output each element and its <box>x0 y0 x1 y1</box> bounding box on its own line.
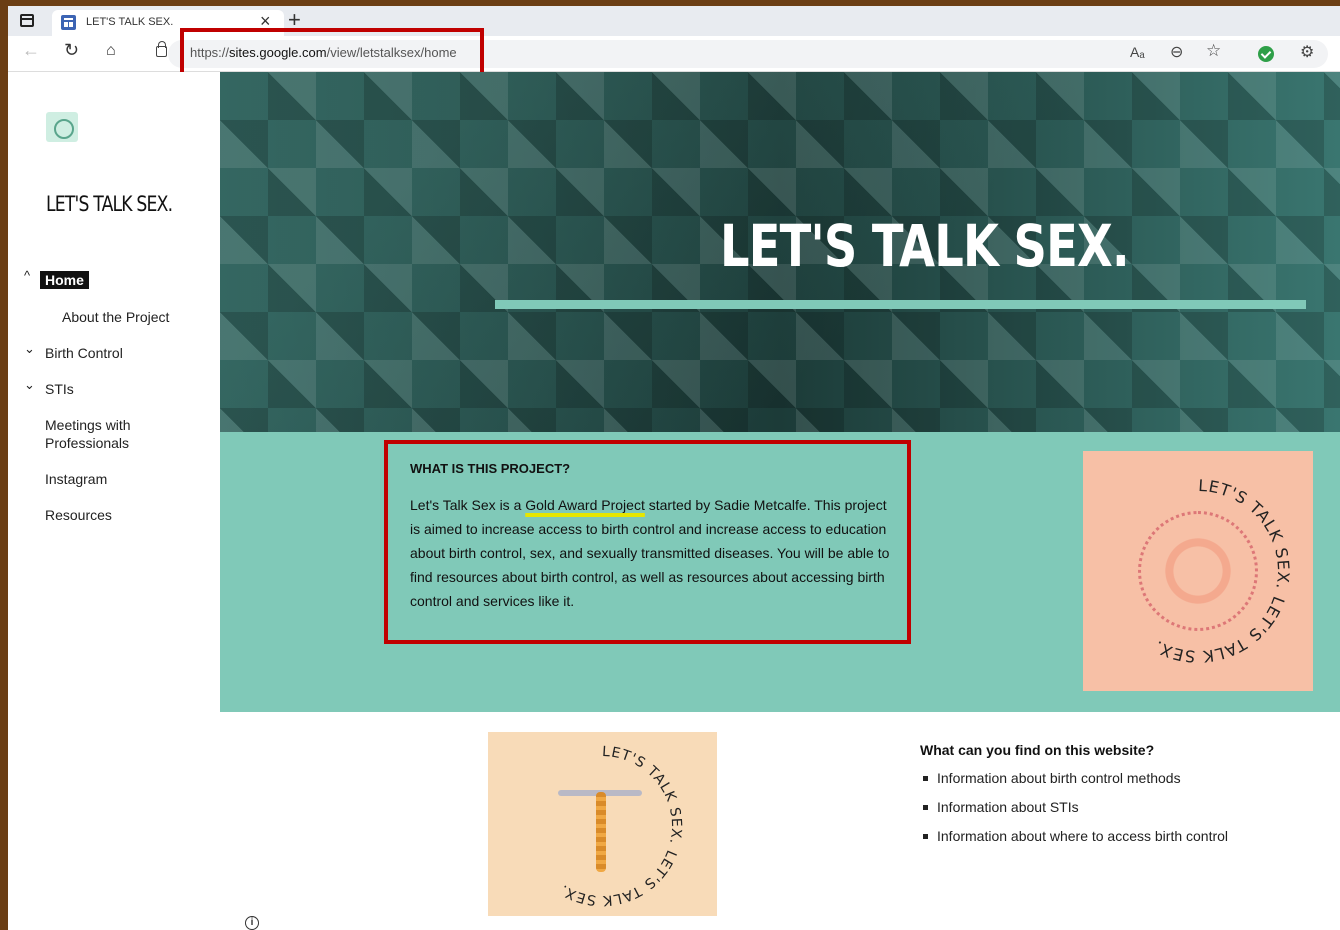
info-icon[interactable]: i <box>245 916 259 930</box>
nav-resources[interactable]: Resources <box>45 507 112 523</box>
birth-control-pill-image: LET'S TALK SEX. LET'S TALK SEX. <box>1083 451 1313 691</box>
nav-meetings-with-professionals[interactable]: Meetings with Professionals <box>45 416 165 452</box>
favorite-star-icon[interactable]: ☆ <box>1206 41 1221 61</box>
refresh-icon[interactable]: ↻ <box>64 40 79 61</box>
tab-title: LET'S TALK SEX. <box>86 16 174 28</box>
site-title[interactable]: LET'S TALK SEX. <box>46 192 173 216</box>
find-heading: What can you find on this website? <box>920 742 1155 758</box>
nav-about-the-project[interactable]: About the Project <box>62 309 169 325</box>
site-logo[interactable] <box>46 112 78 142</box>
site-sidebar: LET'S TALK SEX. ^ Home About the Project… <box>8 72 220 930</box>
nav-stis[interactable]: STIs <box>45 381 74 397</box>
extension-check-icon[interactable] <box>1258 46 1274 62</box>
back-icon[interactable]: ← <box>22 40 40 61</box>
nav-birth-control[interactable]: Birth Control <box>45 345 123 361</box>
svg-text:LET'S TALK SEX. LET'S TALK SEX: LET'S TALK SEX. LET'S TALK SEX. <box>1150 476 1293 666</box>
svg-text:LET'S TALK SEX. LET'S TALK SEX: LET'S TALK SEX. LET'S TALK SEX. <box>557 744 684 908</box>
iud-ring-text-graphic: LET'S TALK SEX. LET'S TALK SEX. <box>557 744 684 908</box>
list-item: Information about where to access birth … <box>920 828 1228 857</box>
project-highlight-box <box>384 440 911 644</box>
nav-instagram[interactable]: Instagram <box>45 471 107 487</box>
iud-image: LET'S TALK SEX. LET'S TALK SEX. <box>488 732 717 916</box>
extensions-icon[interactable]: ⚙ <box>1300 42 1314 62</box>
ring-text-graphic: LET'S TALK SEX. LET'S TALK SEX. <box>1150 476 1293 666</box>
hero-banner: LET'S TALK SEX. <box>220 72 1340 432</box>
find-list: Information about birth control methods … <box>920 770 1228 857</box>
list-item: Information about STIs <box>920 799 1228 828</box>
chevron-up-icon[interactable]: ^ <box>24 268 30 283</box>
home-icon[interactable]: ⌂ <box>106 42 116 60</box>
ring-text: LET'S TALK SEX. LET'S TALK SEX. <box>1150 476 1292 666</box>
read-aloud-icon[interactable]: Aₐ <box>1130 44 1145 60</box>
hero-divider <box>495 300 1306 309</box>
hero-title: LET'S TALK SEX. <box>720 212 1130 280</box>
tab-actions-icon[interactable] <box>20 14 34 27</box>
nav-home[interactable]: Home <box>40 271 89 289</box>
zoom-icon[interactable]: ⊖ <box>1170 42 1183 62</box>
google-sites-icon <box>61 15 76 30</box>
list-item: Information about birth control methods <box>920 770 1228 799</box>
chevron-down-icon[interactable]: ⌄ <box>24 377 35 393</box>
chevron-down-icon[interactable]: ⌄ <box>24 341 35 357</box>
browser-window: LET'S TALK SEX. × + ← ↻ ⌂ https://sites.… <box>8 6 1340 930</box>
iud-ring-text: LET'S TALK SEX. LET'S TALK SEX. <box>557 744 683 908</box>
lock-icon[interactable] <box>156 41 167 57</box>
